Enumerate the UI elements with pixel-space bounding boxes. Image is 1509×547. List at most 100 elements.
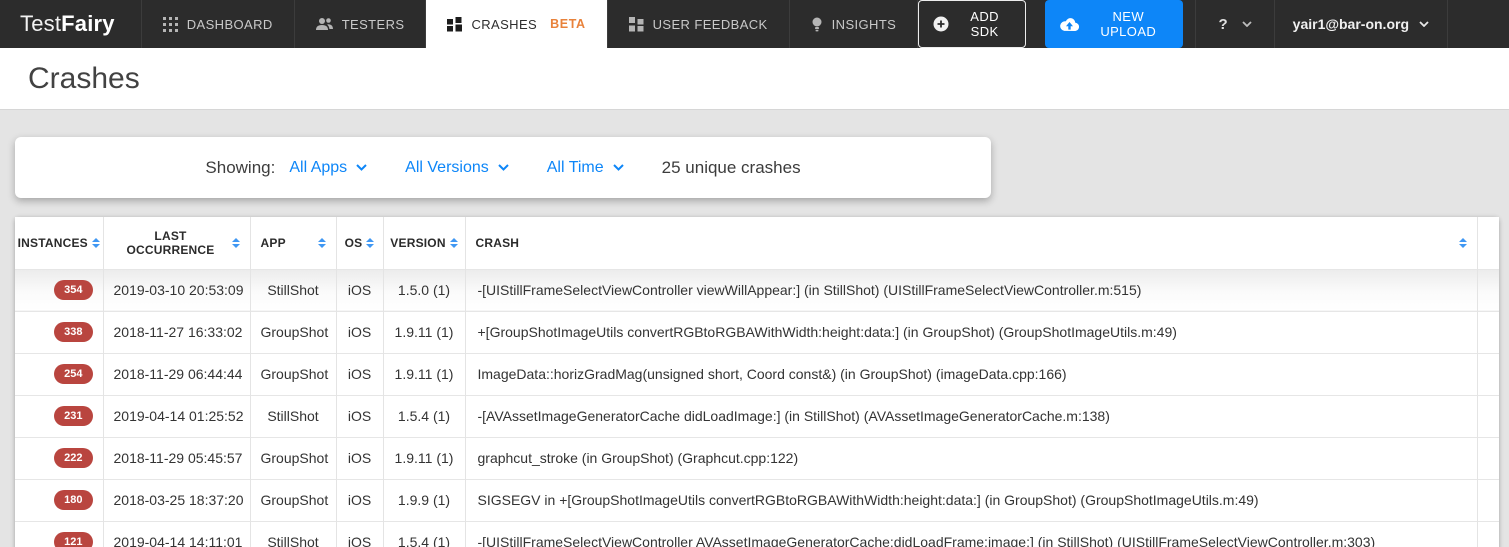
column-header-last-occurrence[interactable]: LAST OCCURRENCE	[103, 217, 250, 269]
trailing-cell	[1477, 395, 1499, 437]
app-cell: GroupShot	[250, 353, 336, 395]
version-cell: 1.5.0 (1)	[383, 269, 465, 311]
crash-cell: -[UIStillFrameSelectViewController AVAss…	[465, 521, 1477, 547]
sort-icon	[318, 238, 326, 248]
new-upload-button[interactable]: NEW UPLOAD	[1045, 0, 1183, 48]
testfairy-logo[interactable]: TestFairy	[0, 0, 141, 48]
crash-table-row[interactable]: 338 2018-11-27 16:33:02 GroupShot iOS 1.…	[15, 311, 1499, 353]
nav-item-testers[interactable]: TESTERS	[294, 0, 426, 48]
crashes-icon	[447, 17, 462, 32]
instances-badge: 338	[54, 322, 92, 342]
instances-cell: 121	[15, 521, 103, 547]
crash-cell: -[AVAssetImageGeneratorCache didLoadImag…	[465, 395, 1477, 437]
version-filter-dropdown[interactable]: All Versions	[405, 159, 509, 177]
chevron-down-icon	[356, 164, 367, 171]
trailing-cell	[1477, 479, 1499, 521]
column-header-version[interactable]: VERSION	[383, 217, 465, 269]
plus-circle-icon	[933, 16, 949, 32]
chevron-down-icon	[1242, 21, 1252, 27]
filter-bar: Showing: All Apps All Versions All Time …	[15, 137, 991, 198]
instances-cell: 231	[15, 395, 103, 437]
help-label: ?	[1218, 16, 1227, 33]
version-cell: 1.9.11 (1)	[383, 311, 465, 353]
instances-badge: 231	[54, 406, 92, 426]
os-cell: iOS	[336, 521, 383, 547]
version-cell: 1.9.11 (1)	[383, 437, 465, 479]
crash-table-row[interactable]: 254 2018-11-29 06:44:44 GroupShot iOS 1.…	[15, 353, 1499, 395]
nav-right-cluster: ADD SDK NEW UPLOAD ? yair1@bar-on.org	[918, 0, 1509, 48]
version-cell: 1.5.4 (1)	[383, 521, 465, 547]
app-filter-dropdown[interactable]: All Apps	[289, 159, 367, 177]
column-label: INSTANCES	[18, 236, 88, 250]
app-cell: StillShot	[250, 521, 336, 547]
os-cell: iOS	[336, 479, 383, 521]
nav-item-crashes[interactable]: CRASHES BETA	[425, 0, 606, 48]
version-cell: 1.9.9 (1)	[383, 479, 465, 521]
trailing-cell	[1477, 353, 1499, 395]
column-label: OS	[345, 236, 363, 250]
sort-icon	[1459, 238, 1467, 248]
people-icon	[316, 17, 333, 31]
crash-table-row[interactable]: 222 2018-11-29 05:45:57 GroupShot iOS 1.…	[15, 437, 1499, 479]
page-title: Crashes	[28, 62, 140, 96]
new-upload-label: NEW UPLOAD	[1088, 9, 1168, 39]
os-cell: iOS	[336, 311, 383, 353]
column-header-os[interactable]: OS	[336, 217, 383, 269]
chevron-down-icon	[498, 164, 509, 171]
last-occurrence-cell: 2019-04-14 01:25:52	[103, 395, 250, 437]
crash-cell: ImageData::horizGradMag(unsigned short, …	[465, 353, 1477, 395]
instances-cell: 180	[15, 479, 103, 521]
column-header-crash[interactable]: CRASH	[465, 217, 1477, 269]
lightbulb-icon	[811, 17, 823, 32]
nav-item-label: TESTERS	[342, 17, 405, 32]
last-occurrence-cell: 2018-11-29 05:45:57	[103, 437, 250, 479]
column-label: VERSION	[390, 236, 445, 250]
top-nav: TestFairy DASHBOARD TESTERS	[0, 0, 1509, 48]
sort-icon	[366, 238, 374, 248]
user-email: yair1@bar-on.org	[1293, 16, 1409, 32]
sort-icon	[232, 238, 240, 248]
add-sdk-button[interactable]: ADD SDK	[918, 0, 1026, 48]
nav-item-insights[interactable]: INSIGHTS	[789, 0, 919, 48]
instances-cell: 254	[15, 353, 103, 395]
last-occurrence-cell: 2018-03-25 18:37:20	[103, 479, 250, 521]
nav-item-label: USER FEEDBACK	[653, 17, 768, 32]
crash-table-row[interactable]: 354 2019-03-10 20:53:09 StillShot iOS 1.…	[15, 269, 1499, 311]
chevron-down-icon	[613, 164, 624, 171]
app-cell: GroupShot	[250, 479, 336, 521]
trailing-cell	[1477, 437, 1499, 479]
version-filter-value: All Versions	[405, 159, 489, 177]
nav-item-user-feedback[interactable]: USER FEEDBACK	[607, 0, 789, 48]
nav-item-label: CRASHES	[471, 17, 537, 32]
version-cell: 1.5.4 (1)	[383, 395, 465, 437]
crash-table-row[interactable]: 180 2018-03-25 18:37:20 GroupShot iOS 1.…	[15, 479, 1499, 521]
column-header-app[interactable]: APP	[250, 217, 336, 269]
instances-cell: 222	[15, 437, 103, 479]
column-header-instances[interactable]: INSTANCES	[15, 217, 103, 269]
time-filter-dropdown[interactable]: All Time	[547, 159, 624, 177]
trailing-cell	[1477, 269, 1499, 311]
help-dropdown[interactable]: ?	[1195, 0, 1273, 48]
app-cell: StillShot	[250, 269, 336, 311]
app-cell: GroupShot	[250, 311, 336, 353]
last-occurrence-cell: 2018-11-27 16:33:02	[103, 311, 250, 353]
crash-table-row[interactable]: 121 2019-04-14 14:11:01 StillShot iOS 1.…	[15, 521, 1499, 547]
crash-table-body: 354 2019-03-10 20:53:09 StillShot iOS 1.…	[15, 269, 1499, 547]
crash-table-row[interactable]: 231 2019-04-14 01:25:52 StillShot iOS 1.…	[15, 395, 1499, 437]
unique-crashes-count: 25 unique crashes	[662, 158, 801, 178]
trailing-cell	[1477, 521, 1499, 547]
column-label: APP	[261, 236, 286, 250]
version-cell: 1.9.11 (1)	[383, 353, 465, 395]
app-cell: GroupShot	[250, 437, 336, 479]
last-occurrence-cell: 2019-03-10 20:53:09	[103, 269, 250, 311]
chevron-down-icon	[1419, 21, 1429, 27]
time-filter-value: All Time	[547, 159, 604, 177]
nav-item-dashboard[interactable]: DASHBOARD	[141, 0, 294, 48]
content-area: Showing: All Apps All Versions All Time …	[0, 110, 1509, 546]
showing-label: Showing:	[205, 158, 275, 178]
feedback-icon	[629, 17, 644, 32]
instances-badge: 254	[54, 364, 92, 384]
user-account-dropdown[interactable]: yair1@bar-on.org	[1274, 0, 1448, 48]
beta-badge: BETA	[550, 17, 586, 31]
grid-icon	[163, 17, 178, 32]
